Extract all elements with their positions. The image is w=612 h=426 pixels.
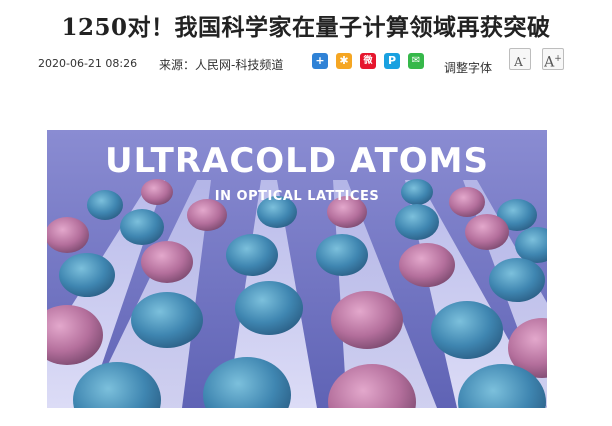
- hero-subtitle: IN OPTICAL LATTICES: [215, 189, 379, 204]
- font-decrease-suffix: -: [522, 54, 526, 64]
- hero-title: ULTRACOLD ATOMS: [105, 141, 489, 181]
- qzone-icon[interactable]: ✱: [336, 53, 352, 69]
- weibo-icon[interactable]: 微: [360, 53, 376, 69]
- article-meta-bar: 2020-06-21 08:26 来源：人民网-科技频道 + ✱ 微 P ✉ 调…: [0, 46, 612, 76]
- article-source: 来源：人民网-科技频道: [159, 58, 284, 72]
- font-increase-suffix: +: [554, 54, 562, 64]
- wechat-icon[interactable]: ✉: [408, 53, 424, 69]
- share-plus-icon[interactable]: +: [312, 53, 328, 69]
- article-headline: 1250对！我国科学家在量子计算领域再获突破: [61, 14, 551, 41]
- hero-image: ULTRACOLD ATOMS IN OPTICAL LATTICES: [47, 130, 547, 408]
- font-decrease-button[interactable]: A-: [509, 48, 531, 70]
- font-decrease-label: A: [514, 55, 523, 69]
- publish-date: 2020-06-21 08:26: [38, 57, 138, 70]
- renren-icon[interactable]: P: [384, 53, 400, 69]
- font-increase-label: A: [544, 54, 555, 71]
- font-increase-button[interactable]: A+: [542, 48, 564, 71]
- font-size-label: 调整字体: [444, 61, 493, 75]
